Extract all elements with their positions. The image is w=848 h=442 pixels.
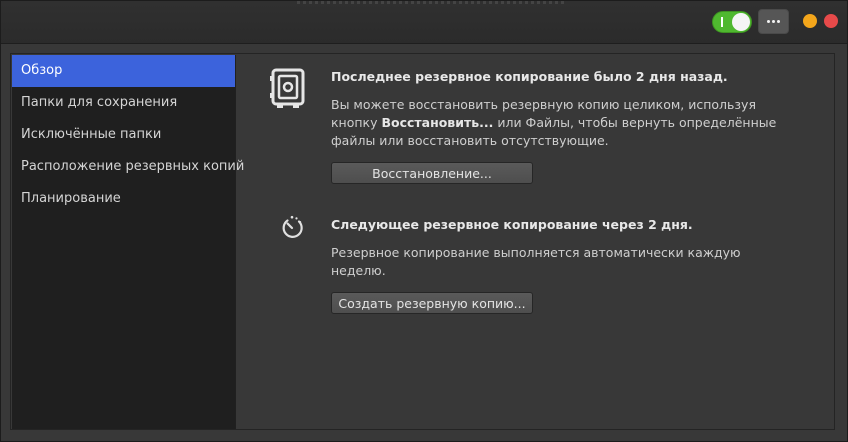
header-bar <box>1 1 847 44</box>
menu-button[interactable] <box>758 9 789 34</box>
toggle-knob <box>732 13 750 31</box>
backup-toggle-switch[interactable] <box>712 11 752 33</box>
close-button[interactable] <box>824 14 838 28</box>
restore-button[interactable]: Восстановление... <box>331 162 533 184</box>
restore-description: Вы можете восстановить резервную копию ц… <box>331 97 777 148</box>
next-backup-heading: Следующее резервное копирование через 2 … <box>331 217 693 232</box>
backup-now-button[interactable]: Создать резервную копию... <box>331 292 533 314</box>
sidebar-item-excluded-folders[interactable]: Исключённые папки <box>12 119 235 151</box>
sidebar-item-folders-to-save[interactable]: Папки для сохранения <box>12 87 235 119</box>
safe-icon <box>268 68 306 114</box>
title-remnant <box>297 1 565 4</box>
ellipsis-icon <box>767 20 770 23</box>
content-frame: Обзор Папки для сохранения Исключённые п… <box>10 53 835 430</box>
sidebar-item-overview[interactable]: Обзор <box>12 55 235 87</box>
app-window: Обзор Папки для сохранения Исключённые п… <box>0 0 848 442</box>
timer-icon <box>279 214 305 244</box>
sidebar-item-scheduling[interactable]: Планирование <box>12 183 235 215</box>
backup-description: Резервное копирование выполняется автома… <box>331 245 741 278</box>
toggle-on-mark <box>721 17 723 27</box>
restore-emphasis: Восстановить... <box>381 115 494 130</box>
sidebar: Обзор Папки для сохранения Исключённые п… <box>12 55 244 429</box>
overview-panel: Последнее резервное копирование было 2 д… <box>235 54 834 429</box>
last-backup-section: Последнее резервное копирование было 2 д… <box>331 68 791 184</box>
next-backup-section: Следующее резервное копирование через 2 … <box>331 216 791 314</box>
sidebar-item-storage-location[interactable]: Расположение резервных копий <box>12 151 244 183</box>
last-backup-heading: Последнее резервное копирование было 2 д… <box>331 69 728 84</box>
minimize-button[interactable] <box>803 14 817 28</box>
